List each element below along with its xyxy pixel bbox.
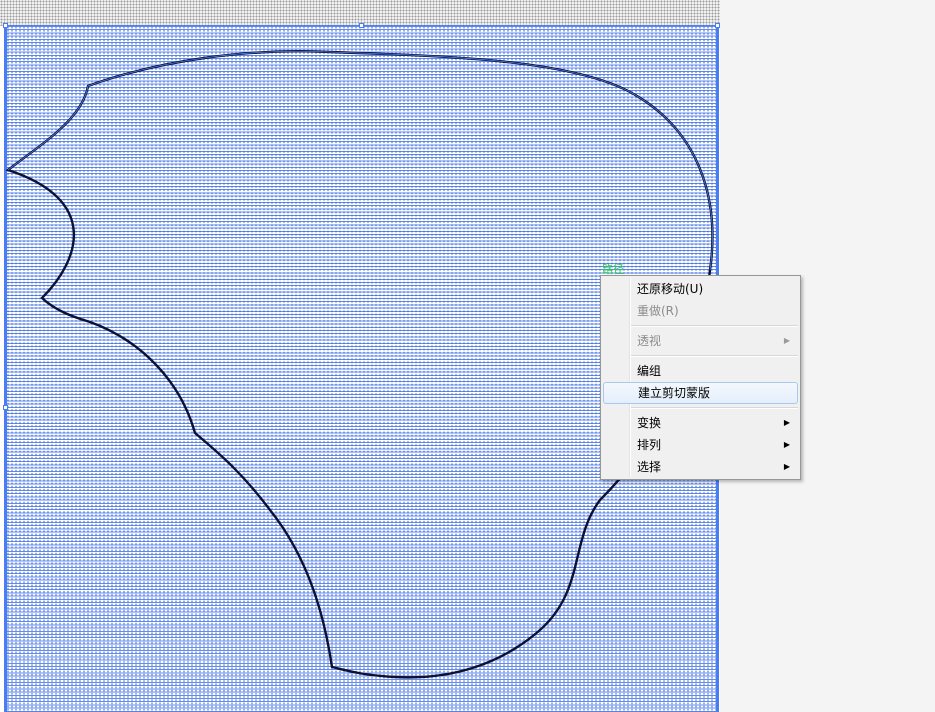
menu-item-perspective[interactable]: 透视 ▶ [603, 330, 798, 352]
menu-item-group[interactable]: 编组 [603, 360, 798, 382]
menu-item-label: 排列 [637, 438, 662, 452]
menu-item-redo[interactable]: 重做(R) [603, 300, 798, 322]
chevron-right-icon: ▶ [783, 336, 790, 345]
menu-separator [631, 355, 798, 357]
menu-item-select[interactable]: 选择 ▶ [603, 456, 798, 478]
menu-item-arrange[interactable]: 排列 ▶ [603, 434, 798, 456]
menu-separator [631, 325, 798, 327]
chevron-right-icon: ▶ [783, 462, 790, 471]
menu-item-label: 变换 [637, 416, 662, 430]
menu-item-label: 编组 [637, 364, 662, 378]
menu-item-label: 重做(R) [637, 304, 679, 318]
menu-item-label: 还原移动(U) [637, 282, 704, 296]
menu-item-label: 选择 [637, 460, 662, 474]
chevron-right-icon: ▶ [783, 418, 790, 427]
menu-item-make-clipping-mask[interactable]: 建立剪切蒙版 [603, 382, 798, 404]
menu-item-undo-move[interactable]: 还原移动(U) [603, 278, 798, 300]
menu-separator [631, 407, 798, 409]
menu-item-label: 建立剪切蒙版 [638, 386, 711, 400]
menu-item-label: 透视 [637, 334, 662, 348]
menu-item-transform[interactable]: 变换 ▶ [603, 412, 798, 434]
path-highlight [7, 50, 713, 271]
chevron-right-icon: ▶ [783, 440, 790, 449]
context-menu[interactable]: 还原移动(U) 重做(R) 透视 ▶ 编组 建立剪切蒙版 变换 ▶ 排列 ▶ 选… [600, 275, 801, 480]
